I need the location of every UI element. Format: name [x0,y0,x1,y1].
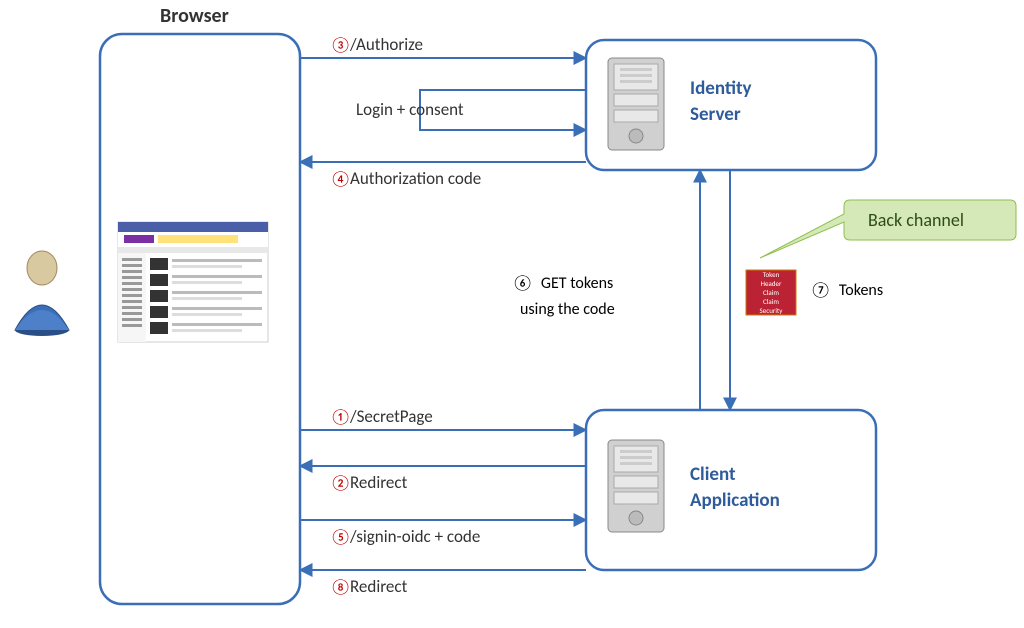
svg-text:Token: Token [763,270,780,279]
step-1-num: ① [330,408,351,427]
step-7-text: ⑦ Tokens [810,281,883,300]
identity-server-label-1: Identity [690,77,752,100]
back-channel-callout: Back channel [760,200,1016,258]
svg-text:Security: Security [760,306,784,315]
step-8-label: Redirect [350,576,408,597]
client-app-label-2: Application [690,489,780,512]
step-5-label: /signin-oidc + code [349,526,480,547]
step-4-num: ④ [330,170,351,189]
client-server-icon [608,440,664,532]
svg-text:Header: Header [761,279,782,288]
step-2-num: ② [330,474,351,493]
client-app-label-1: Client [690,463,736,486]
browser-title: Browser [160,4,229,28]
step-1-label: /SecretPage [349,406,433,427]
step-6-line1: ⑥ GET tokens [512,274,613,293]
step-4-label: Authorization code [350,168,481,189]
step-5-num: ⑤ [330,528,351,547]
svg-text:Claim: Claim [763,288,779,297]
step-3-label: /Authorize [349,34,423,55]
server-icon [608,58,664,150]
login-consent-label: Login + consent [356,99,464,120]
step-2-label: Redirect [350,472,408,493]
step-3-num: ③ [330,36,351,55]
back-channel-label: Back channel [868,209,964,231]
webpage-thumbnail [118,222,268,342]
identity-server-label-2: Server [690,103,741,126]
user-icon [15,251,69,336]
step-6-line2: using the code [520,300,615,319]
tokens-icon: Token Header Claim Claim Security [746,270,796,315]
step-8-num: ⑧ [330,578,351,597]
svg-text:Claim: Claim [763,297,779,306]
